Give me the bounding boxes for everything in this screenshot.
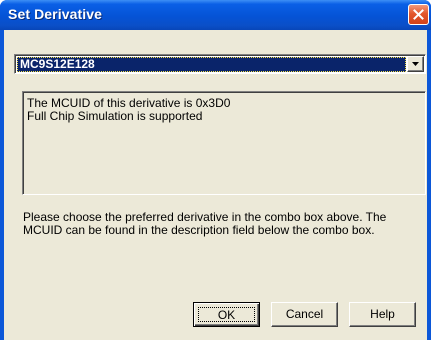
title-bar[interactable]: Set Derivative: [0, 0, 431, 30]
combo-dropdown-button[interactable]: [407, 56, 424, 72]
description-field: The MCUID of this derivative is 0x3D0 Fu…: [22, 91, 426, 195]
dialog-body: MC9S12E128 The MCUID of this derivative …: [4, 30, 427, 340]
close-button[interactable]: [408, 4, 429, 25]
close-icon: [413, 9, 424, 20]
combo-selected-value[interactable]: MC9S12E128: [17, 57, 406, 72]
window-title: Set Derivative: [8, 6, 103, 22]
chevron-down-icon: [412, 62, 419, 66]
derivative-combo-box[interactable]: MC9S12E128: [14, 54, 426, 74]
help-button[interactable]: Help: [349, 302, 416, 327]
ok-button-label: OK: [198, 307, 255, 322]
ok-button[interactable]: OK: [193, 302, 260, 327]
instruction-text: Please choose the preferred derivative i…: [23, 210, 387, 237]
description-line-simulation: Full Chip Simulation is supported: [27, 109, 203, 123]
cancel-button[interactable]: Cancel: [271, 302, 338, 327]
dialog-window: Set Derivative MC9S12E128 The MCUID of t…: [0, 0, 431, 340]
